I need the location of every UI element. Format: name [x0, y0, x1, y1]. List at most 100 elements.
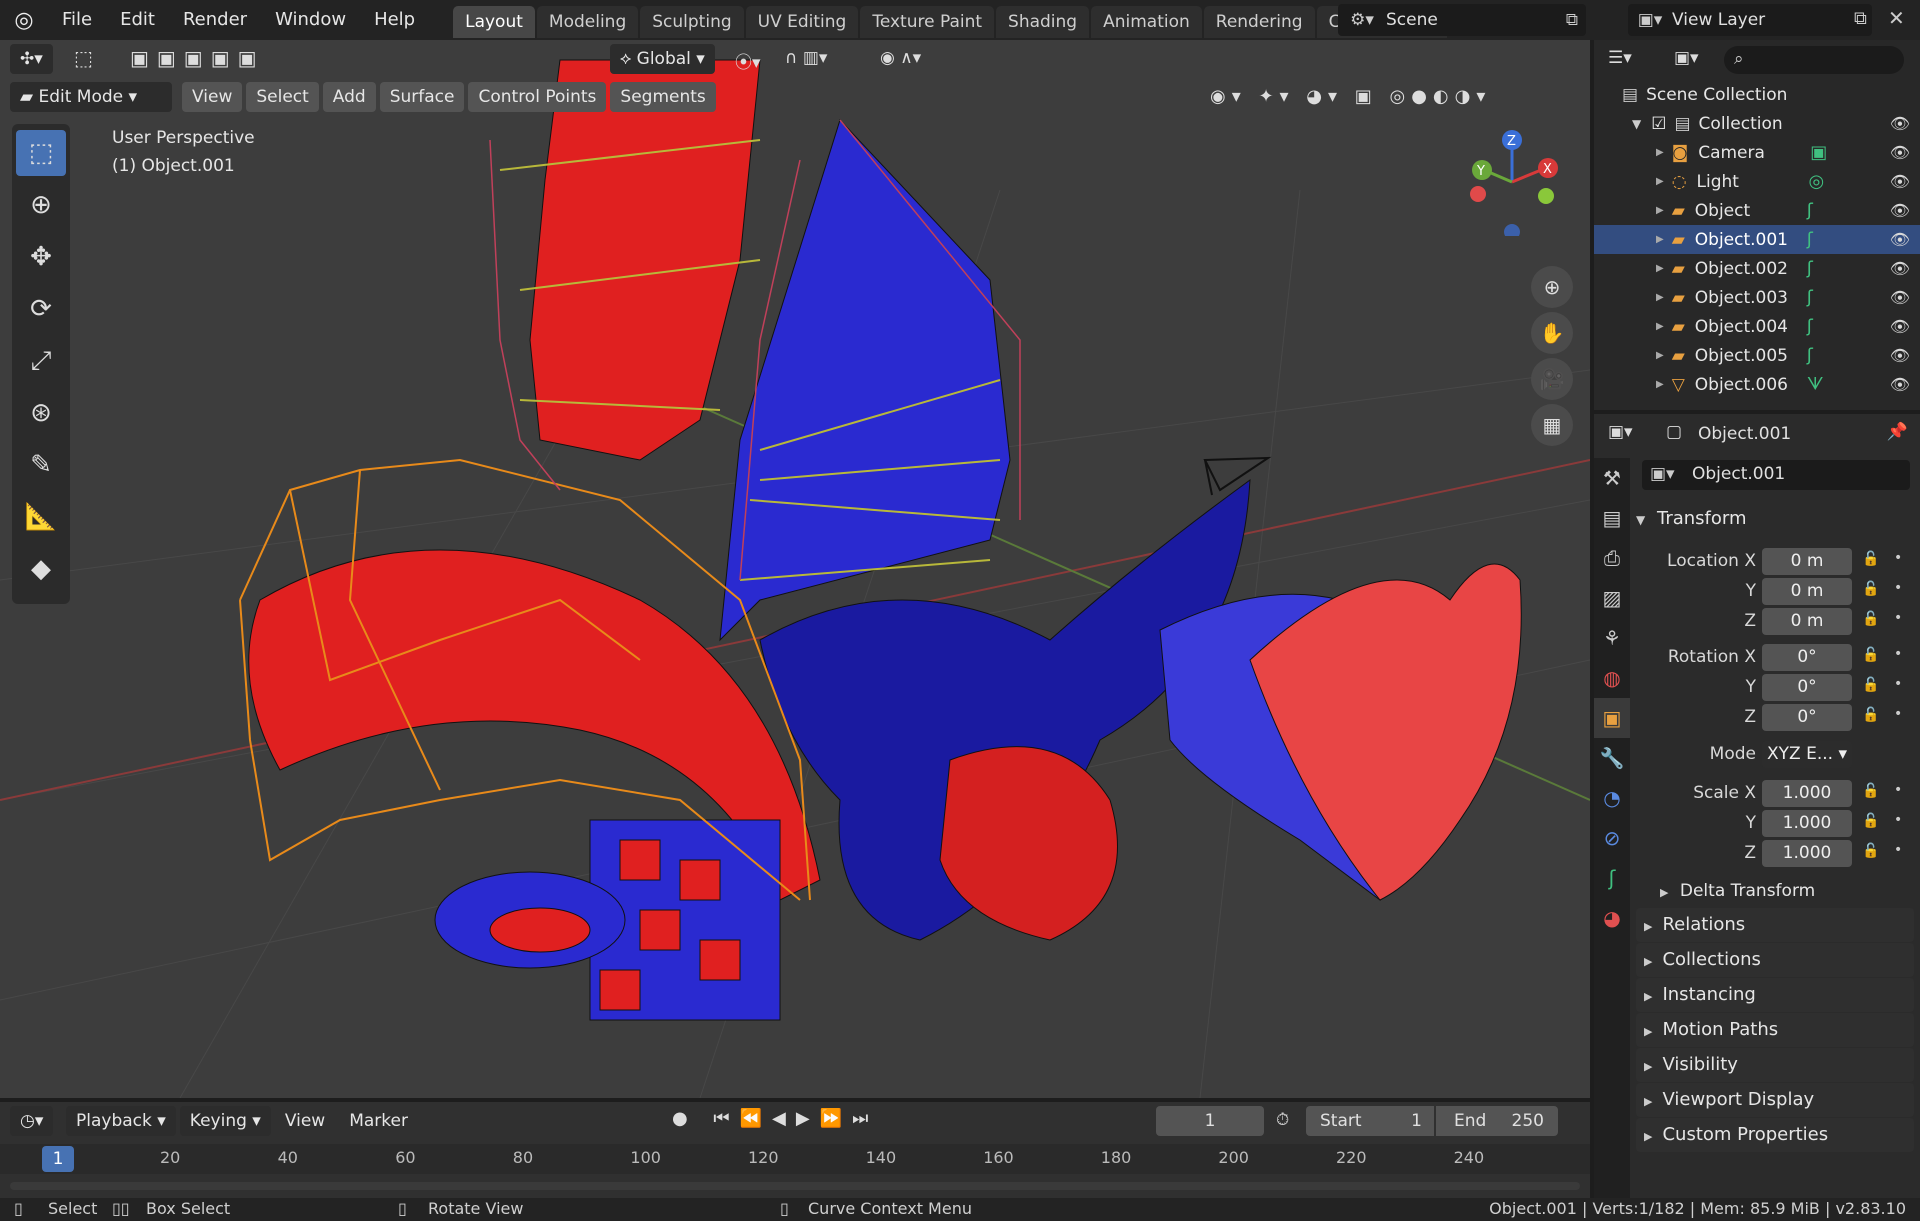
panel-motion-paths[interactable]: ▶ Motion Paths [1636, 1013, 1914, 1047]
panel-collections[interactable]: ▶ Collections [1636, 943, 1914, 977]
playback-controls[interactable]: ● ⏮⏪◀▶⏩⏭ [672, 1108, 878, 1129]
eye-icon[interactable]: 👁 [1890, 259, 1910, 278]
viewport-menu-control-points[interactable]: Control Points [468, 82, 607, 112]
snap-icon[interactable]: ∩ ▥▾ [785, 48, 827, 68]
location-x-field[interactable]: 0 m [1762, 548, 1852, 575]
workspace-tab-shading[interactable]: Shading [996, 6, 1090, 38]
move-tool[interactable]: ✥ [16, 234, 66, 280]
selection-mode-buttons[interactable]: ▣▣▣▣▣ [130, 46, 264, 70]
workspace-tab-layout[interactable]: Layout [453, 6, 535, 38]
curve-icon[interactable]: ʃ [1807, 316, 1813, 337]
outliner-item[interactable]: ▶ ▰ Object.002 ʃ 👁 [1594, 254, 1920, 283]
scale-x-field[interactable]: 1.000 [1762, 780, 1852, 807]
outliner-item[interactable]: ▶ ▰ Object.003 ʃ 👁 [1594, 283, 1920, 312]
keyframe-dot-icon[interactable]: • [1894, 610, 1902, 626]
scale-y-field[interactable]: 1.000 [1762, 810, 1852, 837]
panel-viewport-display[interactable]: ▶ Viewport Display [1636, 1083, 1914, 1117]
measure-tool[interactable]: 📐 [16, 494, 66, 540]
scene-tab[interactable]: ⚘ [1594, 618, 1630, 658]
new-scene-icon[interactable]: ⧉ [1566, 10, 1578, 30]
expand-arrow-icon[interactable]: ▶ [1656, 147, 1664, 158]
keyframe-dot-icon[interactable]: • [1894, 706, 1902, 722]
timeline-menu-keying[interactable]: Keying ▾ [179, 1106, 271, 1136]
checkbox-icon[interactable]: ☑ [1651, 114, 1666, 134]
workspace-tab-sculpting[interactable]: Sculpting [640, 6, 744, 38]
transform-tool[interactable]: ⊛ [16, 390, 66, 436]
workspace-tab-rendering[interactable]: Rendering [1203, 6, 1315, 38]
timeline-scrollbar[interactable] [10, 1182, 1580, 1190]
panel-visibility[interactable]: ▶ Visibility [1636, 1048, 1914, 1082]
rotate-tool[interactable]: ⟳ [16, 286, 66, 332]
workspace-tab-texture-paint[interactable]: Texture Paint [860, 6, 995, 38]
render-tab[interactable]: ▤ [1594, 498, 1630, 538]
stopwatch-icon[interactable]: ⏱ [1276, 1110, 1289, 1130]
transform-panel-header[interactable]: ▼ Transform [1636, 502, 1914, 536]
rotation-y-field[interactable]: 0° [1762, 674, 1852, 701]
eye-icon[interactable]: 👁 [1890, 172, 1910, 191]
outliner-item[interactable]: ▶ ◌ Light ◎ 👁 [1594, 167, 1920, 196]
location-y-field[interactable]: 0 m [1762, 578, 1852, 605]
end-frame-field[interactable]: End 250 [1436, 1106, 1558, 1136]
expand-arrow-icon[interactable]: ▶ [1656, 176, 1664, 187]
lock-icon[interactable]: 🔓 [1862, 783, 1879, 799]
curve-icon[interactable]: ʃ [1807, 200, 1813, 221]
eye-icon[interactable]: 👁 [1890, 230, 1910, 249]
select-tool-icon[interactable]: ⬚ [74, 46, 93, 70]
constraints-tab[interactable]: ⊘ [1594, 818, 1630, 858]
playhead[interactable]: 1 [42, 1146, 74, 1172]
viewport-menu-select[interactable]: Select [246, 82, 319, 112]
keyframe-dot-icon[interactable]: • [1894, 812, 1902, 828]
transform-orientation[interactable]: ⟡ Global ▾ [610, 44, 715, 74]
scene-collection-row[interactable]: ▤ Scene Collection [1594, 80, 1920, 109]
cursor-tool[interactable]: ⊕ [16, 182, 66, 228]
viewport-visibility-icons[interactable]: ◉▾ ✦▾ ◕▾ ▣ ◎●◐◑▾ [1210, 86, 1491, 107]
ortho-toggle-button[interactable]: ▦ [1531, 404, 1573, 446]
outliner-search-input[interactable]: ⌕ [1724, 46, 1904, 74]
remove-view-layer-icon[interactable]: ✕ [1888, 6, 1905, 30]
rotation-z-field[interactable]: 0° [1762, 704, 1852, 731]
viewport-menu-surface[interactable]: Surface [379, 82, 465, 112]
3d-viewport[interactable]: ✣▾ ⬚ ▣▣▣▣▣ ⟡ Global ▾ ⦿▾ ∩ ▥▾ ◉ ∧▾ ▰ Edi… [0, 40, 1590, 1098]
rotation-mode-dropdown[interactable]: XYZ E... ▾ [1762, 741, 1852, 768]
scene-selector[interactable]: ⚙▾ Scene ⧉ [1338, 4, 1586, 36]
workspace-tab-uv-editing[interactable]: UV Editing [745, 6, 859, 38]
object-tab[interactable]: ▣ [1594, 698, 1630, 738]
panel-relations[interactable]: ▶ Relations [1636, 908, 1914, 942]
viewport-scene[interactable] [0, 40, 1590, 1098]
lock-icon[interactable]: 🔓 [1862, 677, 1879, 693]
editor-type-button[interactable]: ✣▾ [10, 44, 53, 74]
eye-icon[interactable]: 👁 [1890, 346, 1910, 365]
modifier-tab[interactable]: 🔧 [1594, 738, 1630, 778]
expand-arrow-icon[interactable]: ▼ [1632, 117, 1641, 131]
keyframe-dot-icon[interactable]: • [1894, 842, 1902, 858]
view-layer-tab[interactable]: ▨ [1594, 578, 1630, 618]
menu-help[interactable]: Help [360, 0, 429, 40]
eye-icon[interactable]: 👁 [1890, 114, 1910, 133]
timeline-menu-playback[interactable]: Playback ▾ [66, 1106, 176, 1136]
output-tab[interactable]: ⎙ [1594, 538, 1630, 578]
curve-icon[interactable]: ʃ [1807, 345, 1813, 366]
view-layer-selector[interactable]: ▣▾ View Layer [1628, 4, 1872, 36]
keyframe-dot-icon[interactable]: • [1894, 550, 1902, 566]
world-tab[interactable]: ◍ [1594, 658, 1630, 698]
start-frame-field[interactable]: Start 1 [1306, 1106, 1434, 1136]
menu-file[interactable]: File [48, 0, 106, 40]
menu-render[interactable]: Render [169, 0, 261, 40]
lock-icon[interactable]: 🔓 [1862, 647, 1879, 663]
curve-icon[interactable]: ʃ [1807, 258, 1813, 279]
light-icon[interactable]: ◎ [1809, 171, 1825, 192]
select-box-tool[interactable]: ⬚ [16, 130, 66, 176]
keyframe-dot-icon[interactable]: • [1894, 782, 1902, 798]
lock-icon[interactable]: 🔓 [1862, 843, 1879, 859]
lock-icon[interactable]: 🔓 [1862, 707, 1879, 723]
curve-icon[interactable]: ʃ [1807, 287, 1813, 308]
current-frame-field[interactable]: 1 [1156, 1106, 1264, 1136]
physics-tab[interactable]: ◔ [1594, 778, 1630, 818]
eye-icon[interactable]: 👁 [1890, 143, 1910, 162]
eye-icon[interactable]: 👁 [1890, 288, 1910, 307]
viewport-menu-view[interactable]: View [182, 82, 243, 112]
keyframe-dot-icon[interactable]: • [1894, 676, 1902, 692]
mesh-icon[interactable]: ᗐ [1807, 374, 1824, 395]
menu-window[interactable]: Window [261, 0, 360, 40]
keyframe-dot-icon[interactable]: • [1894, 580, 1902, 596]
